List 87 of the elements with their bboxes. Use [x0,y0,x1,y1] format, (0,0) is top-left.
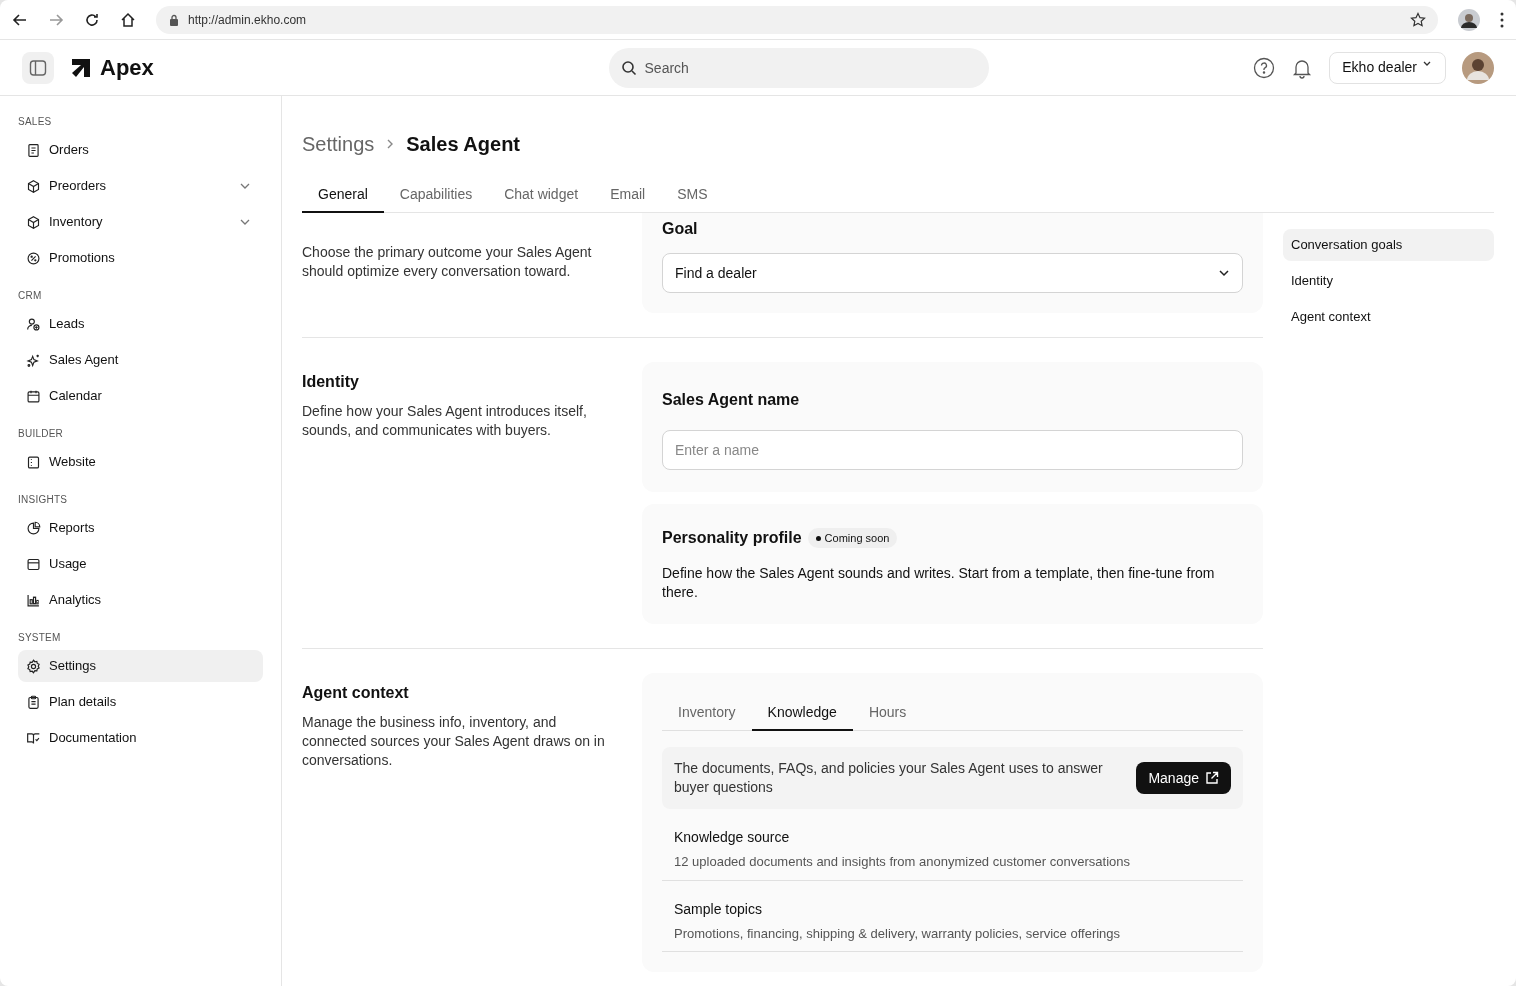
sidebar-item[interactable]: Orders [18,134,263,166]
star-icon[interactable] [1410,11,1426,28]
settings-icon [26,658,41,674]
address-bar[interactable]: http://admin.ekho.com [156,5,1438,34]
user-avatar[interactable] [1462,51,1494,84]
card-title: Personality profile [662,528,802,548]
sidebar-item[interactable]: Calendar [18,380,263,412]
status-badge: Coming soon [807,527,898,549]
tab[interactable]: General [302,178,384,213]
external-link-icon [1205,771,1219,785]
chevron-right-icon [386,138,395,150]
section-heading: INSIGHTS [18,493,69,507]
tray-icon [26,556,41,572]
section-heading: BUILDER [18,427,65,441]
sidebar-item[interactable]: Sales Agent [18,344,263,376]
discount-icon [26,250,41,266]
back-icon[interactable] [12,11,28,28]
row-detail: Promotions, financing, shipping & delivery, warranty policies, service offerings [674,924,1122,943]
cube-icon [26,214,41,230]
sidebar-item[interactable]: Documentation [18,722,263,754]
section-description: Choose the primary outcome your Sales Agent should optimize every conversation toward. [302,243,593,281]
dot-icon [815,535,821,541]
tab[interactable]: SMS [661,178,724,213]
search-icon [620,59,637,76]
sparkle-icon [26,352,41,368]
sidebar-item[interactable]: Promotions [18,242,263,274]
tab[interactable]: Knowledge [751,695,853,731]
user-plus-icon [26,316,41,332]
more-icon[interactable] [1500,11,1504,28]
logo-icon [70,56,92,79]
card-description: Define how the Sales Agent sounds and writes. Start from a template, then fine-tune from there. [662,564,1216,602]
sidebar-toggle[interactable] [22,51,54,84]
layout-icon [26,454,41,470]
sidebar-item[interactable]: Website [18,446,263,478]
tab[interactable]: Capabilities [383,178,489,213]
section-title: Identity [302,372,360,392]
notice-text: The documents, FAQs, and policies your Sales Agent uses to answer buyer questions [674,759,1104,797]
help-icon[interactable] [1253,56,1276,79]
sidebar-item[interactable]: Leads [18,308,263,340]
sidebar-item[interactable]: Preorders [18,170,263,202]
sidebar-item[interactable]: Analytics [18,584,263,616]
section-title: Agent context [302,683,410,703]
section-heading: CRM [18,289,43,303]
field-label: Sales Agent name [662,390,801,410]
name-input-field[interactable]: Enter a name [662,430,1243,470]
account-dropdown[interactable]: Ekho dealer [1329,51,1446,84]
toc-link[interactable]: Conversation goals [1283,229,1494,261]
receipt-icon [26,142,41,158]
clipboard-icon [26,694,41,710]
sidebar-item[interactable]: Reports [18,512,263,544]
section-heading: SYSTEM [18,631,62,645]
field-label: Goal [662,219,699,239]
tab[interactable]: Chat widget [488,178,595,213]
sidebar-item[interactable]: Settings [18,650,263,682]
home-icon[interactable] [120,11,136,28]
toc-link[interactable]: Agent context [1283,301,1494,333]
bar-chart-icon [26,592,41,608]
tab[interactable]: Inventory [662,695,752,731]
lock-icon [168,13,180,26]
pie-chart-icon [26,520,41,536]
sidebar-icon [29,58,47,77]
brand-name: Apex [100,54,154,82]
toc-link[interactable]: Identity [1283,265,1494,297]
profile-avatar[interactable] [1458,8,1480,31]
manage-button[interactable]: Manage [1136,762,1231,794]
row-title: Sample topics [674,899,763,919]
url-text: http://admin.ekho.com [188,11,308,29]
book-icon [26,730,41,746]
sidebar-item[interactable]: Inventory [18,206,263,238]
row-title: Knowledge source [674,828,791,847]
row-detail: 12 uploaded documents and insights from anonymized customer conversations [674,853,1131,871]
reload-icon[interactable] [84,11,100,28]
breadcrumb-link[interactable]: Settings [302,129,375,159]
section-heading: SALES [18,115,53,129]
tab[interactable]: Hours [852,695,923,731]
chevron-down-icon [1218,267,1230,279]
section-description: Define how your Sales Agent introduces itself, sounds, and communicates with buyers. [302,402,588,440]
cube-icon [26,178,41,194]
calendar-icon [26,388,41,404]
search-field[interactable]: Search [608,47,989,88]
goal-dropdown[interactable]: Find a dealer [662,253,1243,293]
sidebar-item[interactable]: Plan details [18,686,263,718]
page-title: Sales Agent [406,132,520,157]
sidebar-item[interactable]: Usage [18,548,263,580]
tab[interactable]: Email [594,178,662,213]
forward-icon[interactable] [48,11,64,28]
section-description: Manage the business info, inventory, and connected sources your Sales Agent draws on in conversations. [302,713,606,770]
